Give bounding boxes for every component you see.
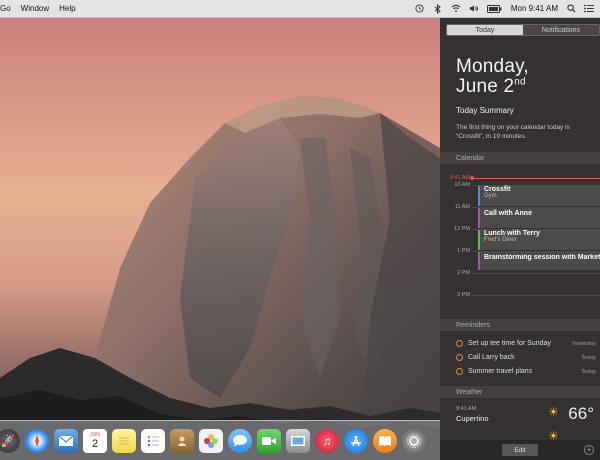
edit-button[interactable]: Edit — [502, 444, 538, 456]
reminder-when: Today — [581, 354, 596, 361]
calendar-event-lunch-terry[interactable]: Lunch with Terry Fred’s Diner — [478, 230, 600, 250]
reminder-checkbox[interactable] — [456, 354, 463, 361]
calendar-hour-label: 10 AM — [454, 182, 470, 188]
menu-clock[interactable]: Mon 9:41 AM — [511, 4, 558, 13]
calendar-now-dot — [470, 176, 474, 180]
ibooks-icon[interactable] — [373, 428, 397, 453]
half-dome-illustration — [0, 96, 440, 460]
messages-icon[interactable] — [228, 428, 252, 453]
notification-center-icon[interactable] — [584, 4, 594, 14]
menu-bar: Go Window Help Mon 9:41 AM — [0, 0, 600, 18]
event-title: Crossfit — [484, 186, 511, 193]
app-store-icon[interactable] — [344, 428, 368, 453]
calendar-hour-label: 11 AM — [454, 204, 470, 210]
add-widget-icon[interactable]: + — [584, 445, 594, 455]
calendar-hour-label: 2 PM — [457, 270, 470, 276]
menu-extras: Mon 9:41 AM — [415, 3, 600, 14]
reminder-when: Today — [581, 368, 596, 375]
event-title: Brainstorming session with Marketing — [484, 254, 600, 261]
calendar-icon-day: 2 — [91, 437, 99, 450]
sun-icon: ☀ — [548, 405, 559, 419]
calendar-hour-line — [472, 273, 600, 274]
weather-city: Cupertino — [456, 414, 489, 423]
bluetooth-icon[interactable] — [433, 3, 443, 14]
calendar-event-brainstorming[interactable]: Brainstorming session with Marketing — [478, 252, 600, 270]
calendar-now-label: 9:41 AM — [449, 175, 470, 181]
mail-icon[interactable] — [54, 428, 78, 453]
dock: 🚀 JUN 2 ♫ — [0, 420, 440, 460]
event-title: Lunch with Terry — [484, 230, 540, 237]
itunes-icon[interactable]: ♫ — [315, 428, 339, 453]
reminders-icon[interactable] — [141, 428, 165, 453]
volume-icon[interactable] — [469, 4, 479, 14]
reminder-item[interactable]: Call Larry back Today — [456, 354, 596, 361]
today-summary-text: The first thing on your calendar today i… — [456, 124, 570, 140]
weather-temperature: 66° — [568, 404, 594, 423]
today-notifications-tabs: Today Notifications — [446, 24, 600, 36]
calendar-event-call-anne[interactable]: Call with Anne — [478, 208, 600, 228]
reminder-checkbox[interactable] — [456, 368, 463, 375]
calendar-now-line — [472, 178, 600, 179]
calendar-event-crossfit[interactable]: Crossfit Gym — [478, 186, 600, 206]
calendar-section-header[interactable]: Calendar — [440, 152, 600, 164]
date-day-suffix: nd — [514, 76, 526, 88]
calendar-hour-label: 12 PM — [454, 226, 470, 232]
contacts-icon[interactable] — [170, 428, 194, 453]
calendar-icon[interactable]: JUN 2 — [83, 428, 107, 453]
launchpad-icon[interactable]: 🚀 — [0, 428, 20, 453]
calendar-hour-label: 1 PM — [457, 248, 470, 254]
reminders-section-header[interactable]: Reminders — [440, 319, 600, 331]
wifi-icon[interactable] — [451, 4, 461, 14]
tab-notifications[interactable]: Notifications — [523, 25, 599, 35]
desktop-wallpaper — [0, 18, 440, 460]
date-day-main: June 2 — [456, 76, 515, 97]
weather-section-header[interactable]: Weather — [440, 386, 600, 398]
facetime-icon[interactable] — [257, 428, 281, 453]
reminder-when: Yesterday — [571, 340, 596, 347]
reminder-item[interactable]: Set up tee time for Sunday Yesterday — [456, 340, 596, 347]
today-summary-title: Today Summary — [456, 106, 514, 115]
event-subtitle: Fred’s Diner — [484, 237, 517, 243]
calendar-hour-label: 3 PM — [457, 292, 470, 298]
notification-center-footer: Edit + — [440, 440, 600, 460]
preview-icon[interactable] — [286, 428, 310, 453]
spotlight-search-icon[interactable] — [566, 4, 576, 14]
event-title: Call with Anne — [484, 210, 532, 217]
time-machine-icon[interactable] — [415, 4, 425, 14]
safari-icon[interactable] — [25, 428, 49, 453]
notes-icon[interactable] — [112, 428, 136, 453]
menu-window[interactable]: Window — [21, 4, 49, 13]
date-weekday: Monday, — [456, 56, 529, 77]
reminder-checkbox[interactable] — [456, 340, 463, 347]
photos-icon[interactable] — [199, 428, 223, 453]
battery-icon[interactable] — [487, 4, 503, 14]
reminder-text: Set up tee time for Sunday — [468, 340, 551, 347]
weather-time: 9:41 AM — [456, 406, 477, 412]
tab-today[interactable]: Today — [447, 25, 523, 35]
menu-go[interactable]: Go — [0, 4, 11, 13]
reminder-item[interactable]: Summer travel plans Today — [456, 368, 596, 375]
event-subtitle: Gym — [484, 193, 497, 199]
notification-center-panel: Today Notifications Monday, June 2nd Tod… — [440, 18, 600, 460]
reminder-text: Call Larry back — [468, 354, 515, 361]
menu-help[interactable]: Help — [59, 4, 75, 13]
date-day: June 2nd — [456, 76, 526, 98]
reminder-text: Summer travel plans — [468, 368, 533, 375]
system-preferences-icon[interactable] — [402, 428, 426, 453]
calendar-hour-line — [472, 295, 600, 296]
